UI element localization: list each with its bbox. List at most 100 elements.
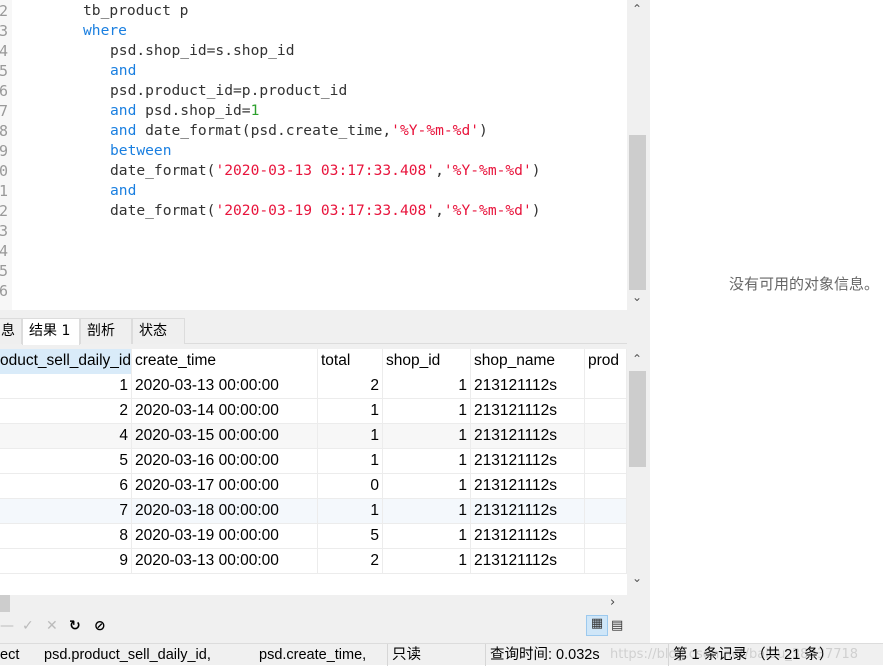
table-cell[interactable] (585, 549, 627, 574)
form-view-icon[interactable]: ▤ (611, 618, 623, 633)
check-icon[interactable]: ✓ (22, 618, 34, 634)
table-cell[interactable]: 213121112s (471, 474, 585, 499)
table-cell[interactable]: 213121112s (471, 374, 585, 399)
scroll-up-icon[interactable]: ⌃ (627, 352, 647, 366)
table-cell[interactable]: 1 (383, 449, 471, 474)
editor-scrollbar[interactable]: ⌃ ⌄ (627, 0, 647, 310)
table-cell[interactable]: 1 (383, 424, 471, 449)
table-cell[interactable] (585, 499, 627, 524)
table-cell[interactable]: 5 (0, 449, 132, 474)
table-cell[interactable]: 2 (318, 549, 383, 574)
table-cell[interactable]: 1 (383, 374, 471, 399)
table-cell[interactable]: 2020-03-19 00:00:00 (132, 524, 318, 549)
column-header[interactable]: prod (585, 349, 627, 374)
table-cell[interactable]: 8 (0, 524, 132, 549)
grid-horizontal-scrollbar[interactable]: › (0, 595, 627, 612)
table-cell[interactable]: 2020-03-15 00:00:00 (132, 424, 318, 449)
table-cell[interactable]: 1 (383, 399, 471, 424)
tab-status[interactable]: 状态 (132, 318, 185, 344)
cancel-icon[interactable]: ✕ (46, 618, 58, 634)
table-row[interactable]: 8 2020-03-19 00:00:00 5 1 213121112s (0, 524, 627, 549)
scroll-down-icon[interactable]: ⌄ (627, 571, 647, 585)
table-cell[interactable]: 9 (0, 549, 132, 574)
table-cell[interactable] (585, 524, 627, 549)
table-cell[interactable]: 213121112s (471, 399, 585, 424)
refresh-icon[interactable]: ↻ (69, 618, 81, 634)
table-cell[interactable]: 213121112s (471, 449, 585, 474)
table-cell[interactable]: 213121112s (471, 424, 585, 449)
status-bar: ect psd.product_sell_daily_id, psd.creat… (0, 643, 883, 666)
table-cell[interactable]: 2020-03-14 00:00:00 (132, 399, 318, 424)
column-header[interactable]: shop_name (471, 349, 585, 374)
table-cell[interactable]: 2 (0, 399, 132, 424)
table-cell[interactable]: 6 (0, 474, 132, 499)
sql-editor[interactable]: 2 3 4 5 6 7 8 9 0 1 2 3 4 5 6 tb_product p where psd.shop… (0, 0, 627, 310)
table-cell[interactable] (585, 374, 627, 399)
table-cell[interactable]: 1 (318, 424, 383, 449)
table-cell[interactable]: 2020-03-17 00:00:00 (132, 474, 318, 499)
sql-string: '%Y-%m-%d' (443, 162, 532, 179)
table-cell[interactable] (585, 399, 627, 424)
sql-text: ) (531, 202, 541, 219)
table-row[interactable]: 4 2020-03-15 00:00:00 1 1 213121112s (0, 424, 627, 449)
table-cell[interactable] (585, 449, 627, 474)
code-line: date_format('2020-03-19 03:17:33.408','%… (110, 201, 541, 221)
stop-icon[interactable]: ⊘ (94, 618, 106, 634)
table-cell[interactable]: 213121112s (471, 499, 585, 524)
table-row[interactable]: 6 2020-03-17 00:00:00 0 1 213121112s (0, 474, 627, 499)
scroll-down-icon[interactable]: ⌄ (627, 290, 647, 304)
table-cell[interactable]: 1 (318, 499, 383, 524)
table-cell[interactable]: 2020-03-13 00:00:00 (132, 549, 318, 574)
table-row[interactable]: 7 2020-03-18 00:00:00 1 1 213121112s (0, 499, 627, 524)
column-header[interactable]: total (318, 349, 383, 374)
scroll-up-icon[interactable]: ⌃ (627, 2, 647, 16)
table-cell[interactable]: 2 (318, 374, 383, 399)
table-cell[interactable]: 0 (318, 474, 383, 499)
horizontal-scrollbar-thumb[interactable] (0, 595, 10, 612)
query-pane: 2 3 4 5 6 7 8 9 0 1 2 3 4 5 6 tb_product p where psd.shop… (0, 0, 650, 643)
table-row[interactable]: 1 2020-03-13 00:00:00 2 1 213121112s (0, 374, 627, 399)
table-row[interactable]: 5 2020-03-16 00:00:00 1 1 213121112s (0, 449, 627, 474)
line-number: 8 (0, 122, 9, 140)
table-cell[interactable]: 5 (318, 524, 383, 549)
grid-scrollbar[interactable]: ⌃ ⌄ (627, 349, 647, 595)
table-cell[interactable]: 1 (383, 549, 471, 574)
table-cell[interactable]: 4 (0, 424, 132, 449)
table-row[interactable]: 2 2020-03-14 00:00:00 1 1 213121112s (0, 399, 627, 424)
minus-icon[interactable]: — (0, 618, 14, 634)
table-cell[interactable] (585, 424, 627, 449)
table-cell[interactable] (585, 474, 627, 499)
result-grid[interactable]: oduct_sell_daily_id create_time total shop_… (0, 349, 627, 595)
table-cell[interactable]: 1 (318, 449, 383, 474)
column-header[interactable]: oduct_sell_daily_id (0, 349, 132, 374)
grid-view-icon[interactable]: ▦ (586, 615, 608, 636)
code-line: psd.shop_id=s.shop_id (110, 41, 295, 61)
result-tabs: 息 结果 1 剖析 状态 (0, 318, 627, 345)
table-cell[interactable]: 1 (318, 399, 383, 424)
column-header[interactable]: shop_id (383, 349, 471, 374)
code-line: and (110, 181, 136, 201)
table-cell[interactable]: 2020-03-16 00:00:00 (132, 449, 318, 474)
sql-keyword: between (110, 142, 172, 159)
column-header[interactable]: create_time (132, 349, 318, 374)
sql-keyword: where (83, 22, 127, 39)
table-cell[interactable]: 2020-03-13 00:00:00 (132, 374, 318, 399)
table-row[interactable]: 9 2020-03-13 00:00:00 2 1 213121112s (0, 549, 627, 574)
table-cell[interactable]: 2020-03-18 00:00:00 (132, 499, 318, 524)
line-number: 3 (0, 22, 9, 40)
table-cell[interactable]: 1 (0, 374, 132, 399)
table-cell[interactable]: 1 (383, 499, 471, 524)
grid-scrollbar-thumb[interactable] (629, 371, 646, 467)
table-cell[interactable]: 213121112s (471, 549, 585, 574)
scroll-right-icon[interactable]: › (610, 595, 615, 610)
tab-profile[interactable]: 剖析 (80, 318, 132, 344)
tab-info[interactable]: 息 (0, 318, 22, 344)
table-cell[interactable]: 7 (0, 499, 132, 524)
editor-scrollbar-thumb[interactable] (629, 135, 646, 290)
table-cell[interactable]: 1 (383, 524, 471, 549)
line-number: 7 (0, 102, 9, 120)
tab-result-1[interactable]: 结果 1 (22, 318, 80, 345)
table-cell[interactable]: 1 (383, 474, 471, 499)
sql-string: '%Y-%m-%d' (391, 122, 480, 139)
table-cell[interactable]: 213121112s (471, 524, 585, 549)
